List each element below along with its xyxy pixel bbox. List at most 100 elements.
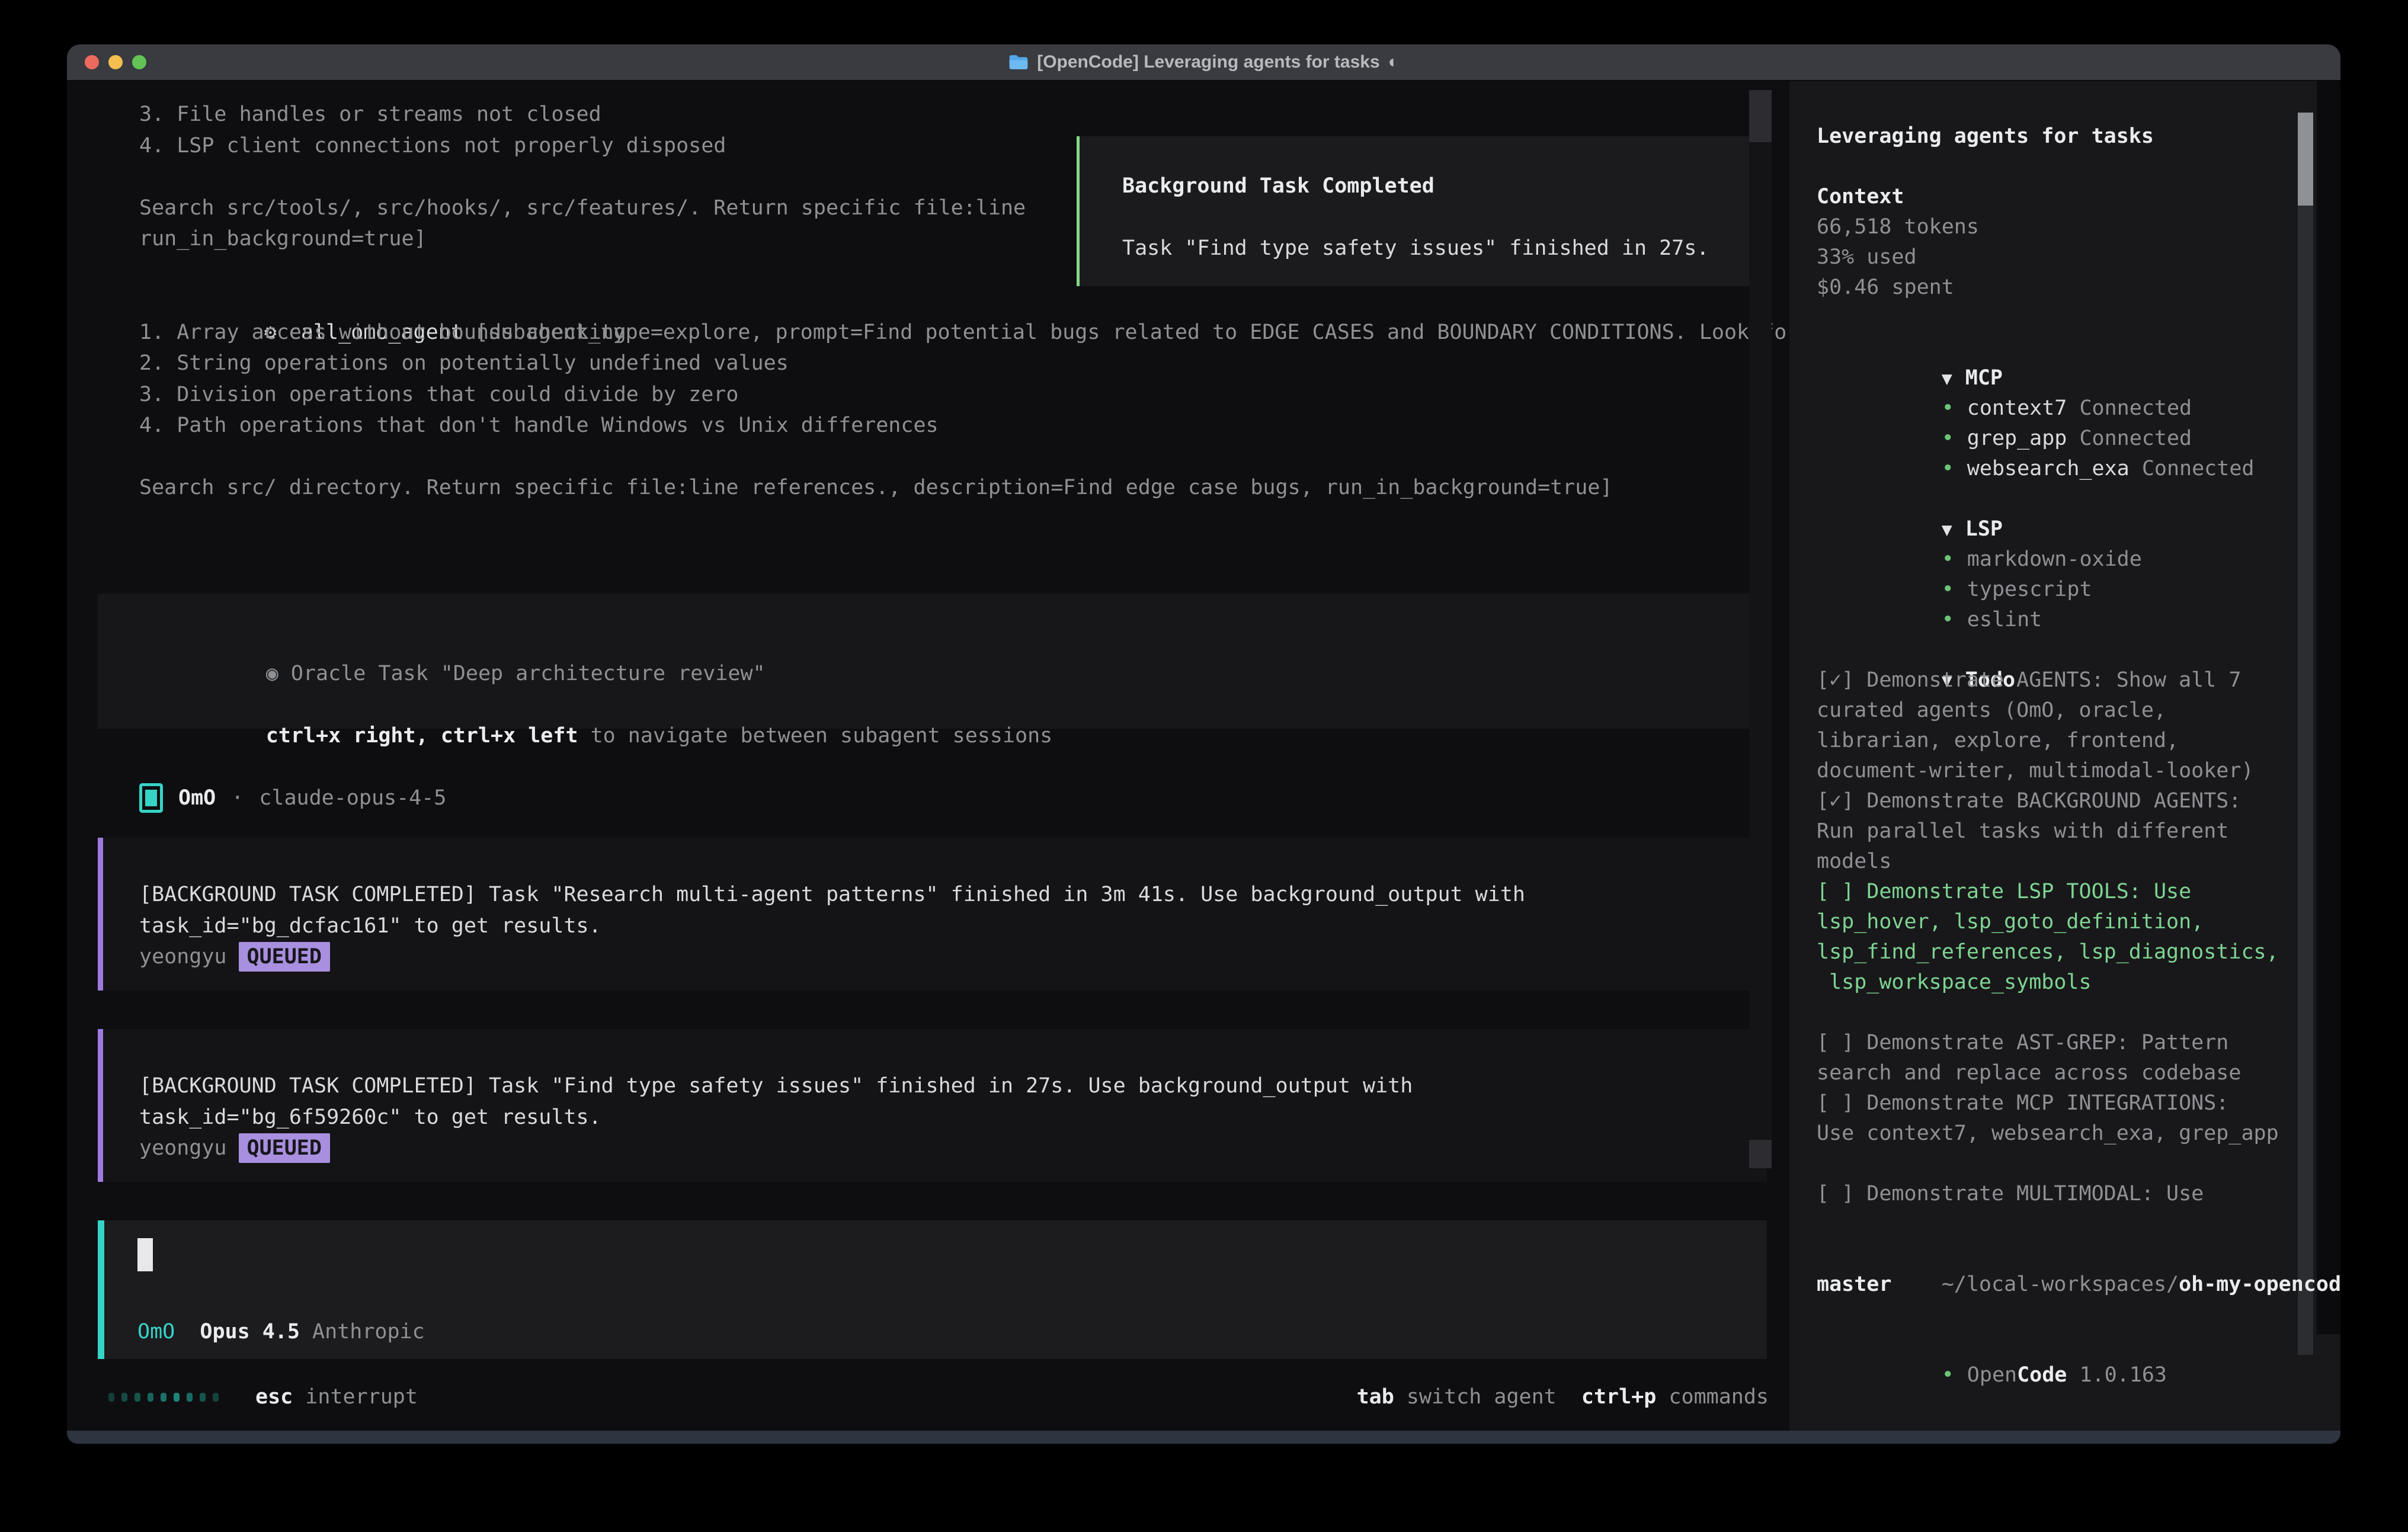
status-dot-icon: • bbox=[1942, 608, 1954, 632]
input-model-label: Opus 4.5 bbox=[200, 1320, 300, 1344]
agent-square-icon bbox=[139, 783, 163, 813]
input-agent-label: OmO bbox=[137, 1320, 175, 1344]
context-tokens: 66,518 tokens bbox=[1817, 212, 2291, 242]
esc-key-hint: esc bbox=[255, 1385, 293, 1409]
keybind-hint-text: to navigate between subagent sessions bbox=[578, 724, 1053, 748]
spinner-icon bbox=[108, 1393, 219, 1402]
session-sidebar: Leveraging agents for tasks Context 66,5… bbox=[1789, 81, 2340, 1431]
ctrlp-action-label: commands bbox=[1669, 1385, 1769, 1409]
text-cursor bbox=[137, 1238, 153, 1271]
collapse-triangle-icon: ▼ bbox=[1942, 520, 1952, 540]
status-dot-icon: • bbox=[1942, 1363, 1954, 1387]
tool-call-args: [subagent_type=explore, prompt=Find pote… bbox=[476, 320, 1799, 344]
tool-call-item: 2. String operations on potentially unde… bbox=[139, 348, 1799, 379]
window-title: [OpenCode] Leveraging agents for tasks ◐ bbox=[1008, 52, 1399, 72]
chat-scrollbar-thumb[interactable] bbox=[1749, 1140, 1772, 1168]
minimize-button[interactable] bbox=[108, 55, 123, 69]
zoom-button[interactable] bbox=[132, 55, 146, 69]
todo-line-active: lsp_find_references, lsp_diagnostics, bbox=[1817, 937, 2291, 967]
tab-key-hint: tab bbox=[1357, 1385, 1394, 1409]
esc-action-label: interrupt bbox=[305, 1385, 418, 1409]
todo-line: [✓] Demonstrate AGENTS: Show all 7 bbox=[1817, 665, 2291, 696]
toast-body: Task "Find type safety issues" finished … bbox=[1122, 233, 1758, 264]
chat-scrollbar-thumb[interactable] bbox=[1749, 90, 1772, 142]
todo-line-active: lsp_workspace_symbols bbox=[1817, 967, 2291, 998]
titlebar: [OpenCode] Leveraging agents for tasks ◐ bbox=[67, 44, 2340, 81]
todo-line-active: [ ] Demonstrate LSP TOOLS: Use bbox=[1817, 877, 2291, 907]
toast-title: Background Task Completed bbox=[1122, 171, 1758, 202]
todo-line: Use context7, websearch_exa, grep_app bbox=[1817, 1118, 2291, 1149]
status-bar: esc interrupt tab switch agent ctrl+p co… bbox=[108, 1382, 1769, 1412]
prompt-input[interactable]: OmO Opus 4.5 Anthropic bbox=[98, 1220, 1767, 1359]
separator-dot: · bbox=[231, 786, 244, 810]
status-dot-icon: • bbox=[1942, 396, 1954, 420]
todo-line: models bbox=[1817, 847, 2291, 877]
status-badge: QUEUED bbox=[239, 1133, 330, 1163]
message-author: yeongyu bbox=[139, 945, 227, 969]
todo-line: search and replace across codebase bbox=[1817, 1058, 2291, 1088]
sidebar-scrollbar-thumb[interactable] bbox=[2298, 113, 2313, 206]
todo-line: [ ] Demonstrate MULTIMODAL: Use bbox=[1817, 1179, 2291, 1209]
status-dot-icon: • bbox=[1942, 427, 1954, 450]
agent-name: OmO bbox=[178, 786, 216, 810]
opencode-version: •OpenCode 1.0.163 bbox=[1817, 1330, 2291, 1360]
background-task-toast: Background Task Completed Task "Find typ… bbox=[1077, 136, 1761, 286]
tool-call-block: ⚙call_omo_agent[subagent_type=explore, p… bbox=[139, 286, 1799, 504]
oracle-task-title: Oracle Task "Deep architecture review" bbox=[278, 662, 766, 685]
todo-line-active: lsp_hover, lsp_goto_definition, bbox=[1817, 907, 2291, 937]
todo-line: document-writer, multimodal-looker) bbox=[1817, 756, 2291, 786]
traffic-lights bbox=[85, 55, 146, 69]
status-badge: QUEUED bbox=[239, 942, 330, 972]
message-line: [BACKGROUND TASK COMPLETED] Task "Resear… bbox=[139, 879, 1767, 911]
message-block: [BACKGROUND TASK COMPLETED] Task "Resear… bbox=[98, 838, 1767, 991]
chat-scrollbar bbox=[1749, 90, 1772, 1168]
half-circle-icon: ◐ bbox=[1388, 52, 1399, 72]
sidebar-scrollbar-track bbox=[2298, 206, 2313, 1355]
ctrlp-key-hint: ctrl+p bbox=[1581, 1385, 1656, 1409]
sidebar-edge-gutter bbox=[2317, 81, 2340, 1334]
fisheye-icon: ◉ bbox=[266, 662, 278, 685]
message-line: [BACKGROUND TASK COMPLETED] Task "Find t… bbox=[139, 1071, 1767, 1102]
tool-call-item: 4. Path operations that don't handle Win… bbox=[139, 410, 1799, 441]
message-line: task_id="bg_dcfac161" to get results. bbox=[139, 911, 1767, 942]
chat-pane: 3. File handles or streams not closed 4.… bbox=[67, 81, 1789, 1431]
scrollback-line: Search src/tools/, src/hooks/, src/featu… bbox=[139, 193, 1026, 224]
scrollback-line: 4. LSP client connections not properly d… bbox=[139, 130, 1026, 162]
mcp-section-header[interactable]: ▼MCP bbox=[1817, 333, 2291, 363]
session-title: Leveraging agents for tasks bbox=[1817, 121, 2291, 152]
todo-line: Run parallel tasks with different bbox=[1817, 816, 2291, 847]
workspace-path: ~/local-workspaces/oh-my-opencode: bbox=[1817, 1239, 2291, 1270]
agent-header: OmO · claude-opus-4-5 bbox=[139, 780, 446, 816]
window-title-text: [OpenCode] Leveraging agents for tasks bbox=[1037, 52, 1379, 72]
tool-call-item: 3. Division operations that could divide… bbox=[139, 379, 1799, 411]
close-button[interactable] bbox=[85, 55, 99, 69]
todo-line: curated agents (OmO, oracle, bbox=[1817, 696, 2291, 726]
app-window: [OpenCode] Leveraging agents for tasks ◐… bbox=[67, 44, 2340, 1444]
oracle-task-box: ◉ Oracle Task "Deep architecture review"… bbox=[98, 594, 1767, 729]
input-provider-label: Anthropic bbox=[312, 1320, 425, 1344]
scrollback-text: 3. File handles or streams not closed 4.… bbox=[139, 99, 1026, 255]
tool-call-tail: Search src/ directory. Return specific f… bbox=[139, 472, 1799, 504]
folder-icon bbox=[1008, 54, 1029, 70]
status-dot-icon: • bbox=[1942, 547, 1954, 571]
todo-line: [ ] Demonstrate MCP INTEGRATIONS: bbox=[1817, 1088, 2291, 1118]
agent-model: claude-opus-4-5 bbox=[259, 786, 446, 810]
todo-line: [✓] Demonstrate BACKGROUND AGENTS: bbox=[1817, 786, 2291, 816]
context-spent: $0.46 spent bbox=[1817, 273, 2291, 303]
status-dot-icon: • bbox=[1942, 578, 1954, 601]
message-line: task_id="bg_6f59260c" to get results. bbox=[139, 1102, 1767, 1133]
message-author: yeongyu bbox=[139, 1136, 227, 1160]
scrollback-line: 3. File handles or streams not closed bbox=[139, 99, 1026, 130]
tab-action-label: switch agent bbox=[1407, 1385, 1557, 1409]
context-used: 33% used bbox=[1817, 242, 2291, 273]
context-header: Context bbox=[1817, 182, 2291, 212]
message-block: [BACKGROUND TASK COMPLETED] Task "Find t… bbox=[98, 1029, 1767, 1182]
status-dot-icon: • bbox=[1942, 457, 1954, 480]
terminal-content: 3. File handles or streams not closed 4.… bbox=[67, 81, 2340, 1431]
todo-line: librarian, explore, frontend, bbox=[1817, 726, 2291, 756]
scrollback-line: run_in_background=true] bbox=[139, 223, 1026, 255]
keybind-hint-keys: ctrl+x right, ctrl+x left bbox=[266, 724, 578, 748]
window-bottom-frame bbox=[67, 1431, 2340, 1444]
todo-line: [ ] Demonstrate AST-GREP: Pattern bbox=[1817, 1028, 2291, 1058]
collapse-triangle-icon: ▼ bbox=[1942, 368, 1952, 389]
